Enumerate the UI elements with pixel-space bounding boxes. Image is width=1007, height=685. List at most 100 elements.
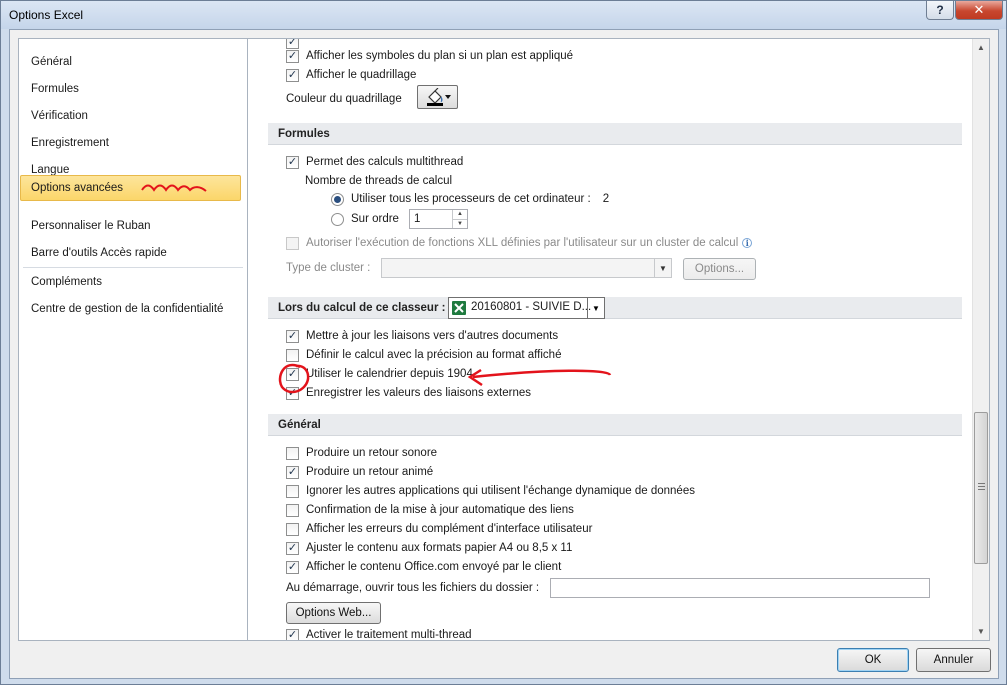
- gridlines-checkbox[interactable]: ✓: [286, 68, 299, 82]
- thread-count-spinner[interactable]: 1 ▲ ▼: [409, 209, 468, 229]
- office-content-label: Afficher le contenu Office.com envoyé pa…: [306, 561, 562, 573]
- ignore-dde-option: Ignorer les autres applications qui util…: [286, 482, 695, 500]
- cluster-options-button[interactable]: Options...: [683, 258, 756, 280]
- save-external-links-option: ✓ Enregistrer les valeurs des liaisons e…: [286, 384, 531, 402]
- thread-count-label: Nombre de threads de calcul: [305, 175, 453, 187]
- nav-item-advanced-label: Options avancées: [31, 182, 124, 194]
- cluster-options-label: Options...: [694, 263, 745, 275]
- manual-threads-label: Sur ordre: [351, 213, 399, 225]
- advanced-options-panel: ✓ ✓ Afficher les symboles du plan si un …: [247, 38, 990, 641]
- ok-button[interactable]: OK: [837, 648, 909, 672]
- startup-folder-row: Au démarrage, ouvrir tous les fichiers d…: [286, 579, 539, 597]
- office-content-checkbox[interactable]: ✓: [286, 560, 299, 574]
- use-all-processors-option: Utiliser tous les processeurs de cet ord…: [331, 190, 609, 208]
- close-icon: ✕: [973, 2, 985, 17]
- date-1904-option: ✓ Utiliser le calendrier depuis 1904: [286, 365, 473, 383]
- sound-feedback-checkbox[interactable]: [286, 446, 299, 460]
- nav-item-general[interactable]: Général: [31, 52, 72, 72]
- multithread-option: ✓ Permet des calculs multithread: [286, 153, 463, 171]
- multithread-processing-checkbox[interactable]: ✓: [286, 628, 299, 640]
- use-all-processors-label: Utiliser tous les processeurs de cet ord…: [351, 193, 591, 205]
- confirm-links-option: Confirmation de la mise à jour automatiq…: [286, 501, 574, 519]
- gridline-color-option: Couleur du quadrillage: [286, 90, 402, 108]
- nav-item-trust-center[interactable]: Centre de gestion de la confidentialité: [31, 299, 223, 319]
- multithread-processing-option: ✓ Activer le traitement multi-thread: [286, 626, 472, 641]
- ok-label: OK: [864, 654, 882, 666]
- nav-item-add-ins[interactable]: Compléments: [31, 272, 102, 292]
- spin-up-icon[interactable]: ▲: [452, 210, 467, 219]
- help-button[interactable]: ?: [926, 1, 954, 20]
- general-section-header: Général: [268, 414, 962, 436]
- excel-file-icon: [452, 301, 466, 315]
- scrollbar-thumb[interactable]: [974, 412, 988, 564]
- vertical-scrollbar[interactable]: ▲ ▼: [972, 39, 989, 640]
- animation-feedback-checkbox[interactable]: ✓: [286, 465, 299, 479]
- workbook-calc-heading: Lors du calcul de ce classeur :: [278, 302, 446, 314]
- nav-item-advanced[interactable]: Options avancées: [20, 175, 241, 201]
- title-bar: Options Excel ? ✕: [1, 1, 1006, 29]
- nav-item-formulas[interactable]: Formules: [31, 79, 79, 99]
- scale-paper-label: Ajuster le contenu aux formats papier A4…: [306, 542, 573, 554]
- xll-cluster-checkbox[interactable]: [286, 236, 299, 250]
- cluster-type-label: Type de cluster :: [286, 262, 371, 274]
- date-1904-checkbox[interactable]: ✓: [286, 367, 299, 381]
- multithread-checkbox[interactable]: ✓: [286, 155, 299, 169]
- manual-threads-radio[interactable]: [331, 212, 344, 226]
- info-icon: i: [742, 238, 753, 248]
- nav-item-customize-ribbon[interactable]: Personnaliser le Ruban: [31, 216, 151, 236]
- gridlines-label: Afficher le quadrillage: [306, 69, 417, 81]
- scroll-up-icon[interactable]: ▲: [973, 39, 989, 56]
- options-category-list: Général Formules Vérification Enregistre…: [18, 38, 250, 641]
- nav-item-save[interactable]: Enregistrement: [31, 133, 109, 153]
- cluster-type-dropdown[interactable]: ▼: [381, 258, 672, 278]
- nav-separator: [23, 267, 243, 268]
- cluster-type-row: Type de cluster :: [286, 259, 370, 277]
- close-button[interactable]: ✕: [955, 1, 1003, 20]
- annotation-arrow-line: [472, 369, 612, 379]
- workbook-select[interactable]: 20160801 - SUIVIE D... ▼: [448, 297, 605, 319]
- office-content-option: ✓ Afficher le contenu Office.com envoyé …: [286, 558, 561, 576]
- update-links-label: Mettre à jour les liaisons vers d'autres…: [306, 330, 559, 342]
- sound-feedback-label: Produire un retour sonore: [306, 447, 438, 459]
- workbook-select-value: 20160801 - SUIVIE D...: [471, 301, 592, 313]
- outline-symbols-option: ✓ Afficher les symboles du plan si un pl…: [286, 47, 573, 65]
- cancel-button[interactable]: Annuler: [916, 648, 991, 672]
- processor-count: 2: [602, 193, 610, 205]
- addin-errors-option: Afficher les erreurs du complément d'int…: [286, 520, 592, 538]
- outline-symbols-checkbox[interactable]: ✓: [286, 49, 299, 63]
- save-external-links-checkbox[interactable]: ✓: [286, 386, 299, 400]
- scroll-down-icon[interactable]: ▼: [973, 623, 989, 640]
- paint-bucket-icon: [426, 88, 451, 106]
- cancel-label: Annuler: [933, 654, 974, 666]
- multithread-label: Permet des calculs multithread: [306, 156, 464, 168]
- xll-cluster-label: Autoriser l'exécution de fonctions XLL d…: [306, 237, 739, 249]
- precision-label: Définir le calcul avec la précision au f…: [306, 349, 562, 361]
- addin-errors-checkbox[interactable]: [286, 522, 299, 536]
- formulas-section-header: Formules: [268, 123, 962, 145]
- thread-count-value: 1: [414, 213, 421, 225]
- nav-item-proofing[interactable]: Vérification: [31, 106, 88, 126]
- scale-paper-option: ✓ Ajuster le contenu aux formats papier …: [286, 539, 572, 557]
- web-options-button[interactable]: Options Web...: [286, 602, 381, 624]
- animation-feedback-option: ✓ Produire un retour animé: [286, 463, 433, 481]
- precision-checkbox[interactable]: [286, 348, 299, 362]
- chevron-down-icon: ▼: [654, 259, 671, 277]
- use-all-processors-radio[interactable]: [331, 192, 344, 206]
- confirm-links-checkbox[interactable]: [286, 503, 299, 517]
- startup-folder-label: Au démarrage, ouvrir tous les fichiers d…: [286, 582, 540, 594]
- startup-folder-input[interactable]: [550, 578, 930, 598]
- thread-count-heading: Nombre de threads de calcul: [305, 172, 452, 190]
- spin-down-icon[interactable]: ▼: [452, 219, 467, 228]
- excel-options-dialog: Options Excel ? ✕ Général Formules Vérif…: [0, 0, 1007, 685]
- scale-paper-checkbox[interactable]: ✓: [286, 541, 299, 555]
- chevron-down-icon: ▼: [587, 298, 604, 318]
- ignore-dde-checkbox[interactable]: [286, 484, 299, 498]
- gridline-color-picker[interactable]: [417, 85, 458, 109]
- multithread-processing-label: Activer le traitement multi-thread: [306, 629, 472, 641]
- confirm-links-label: Confirmation de la mise à jour automatiq…: [306, 504, 574, 516]
- nav-item-quick-access-toolbar[interactable]: Barre d'outils Accès rapide: [31, 243, 167, 263]
- update-links-checkbox[interactable]: ✓: [286, 329, 299, 343]
- outline-symbols-label: Afficher les symboles du plan si un plan…: [306, 50, 574, 62]
- precision-option: Définir le calcul avec la précision au f…: [286, 346, 561, 364]
- update-links-option: ✓ Mettre à jour les liaisons vers d'autr…: [286, 327, 558, 345]
